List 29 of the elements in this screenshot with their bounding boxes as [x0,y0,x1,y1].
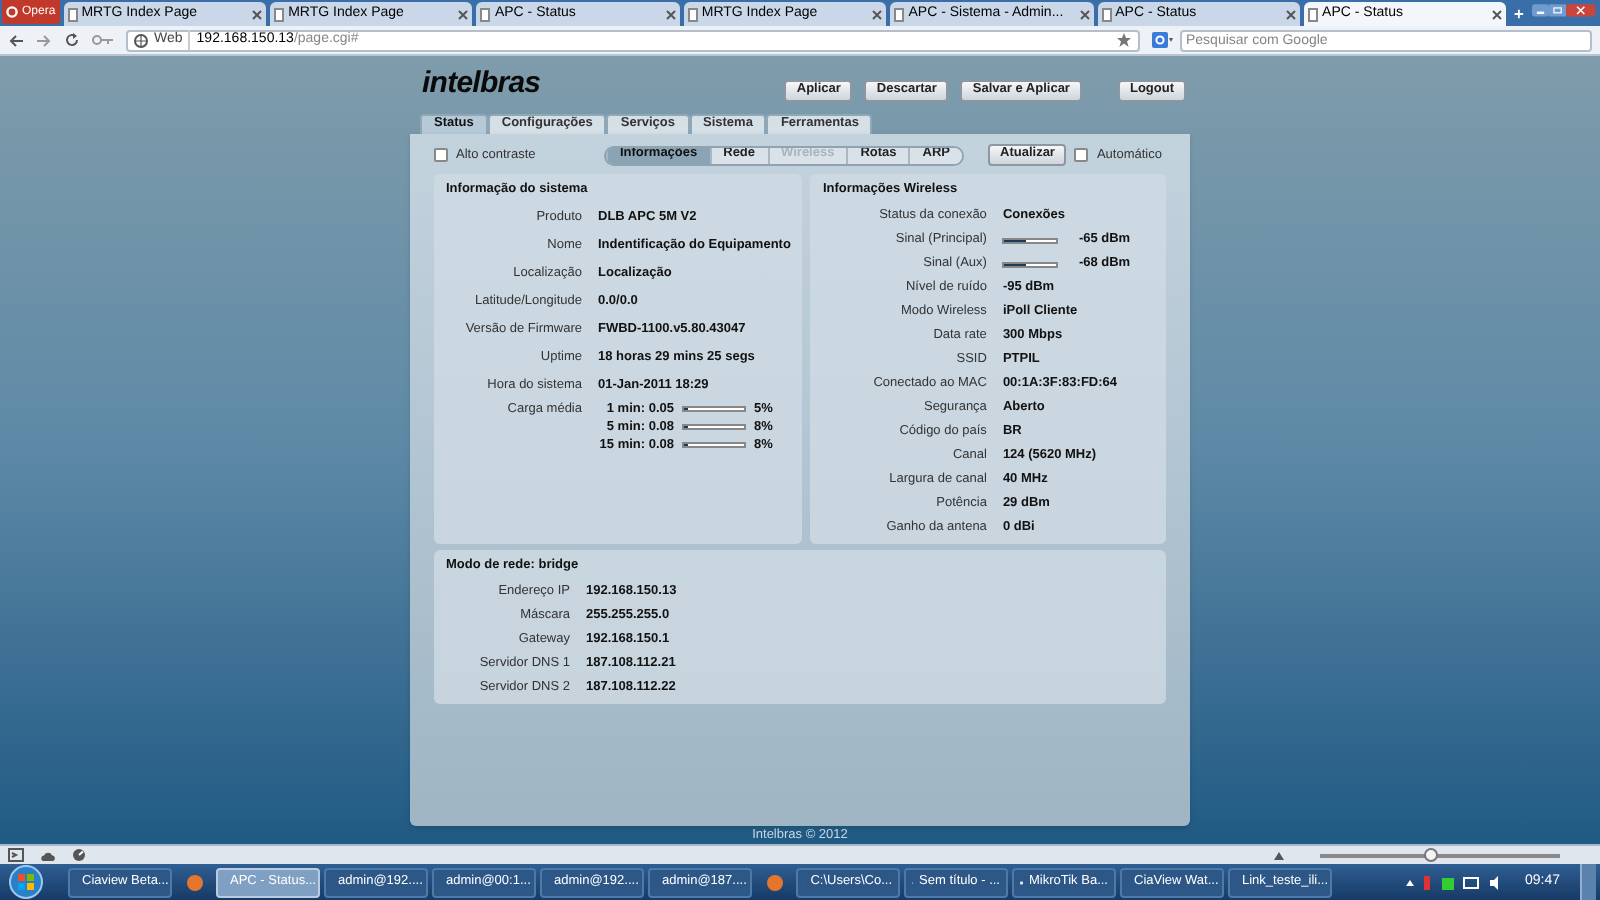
close-icon[interactable] [1079,9,1090,19]
page-icon [894,7,905,21]
o-logo-icon [6,6,18,18]
cloud-icon[interactable] [40,849,56,861]
panel-icon[interactable] [8,848,24,862]
search-engine-icon[interactable] [1152,32,1174,48]
page-icon [1101,7,1112,21]
close-icon[interactable] [665,9,676,19]
reload-icon[interactable] [64,32,80,48]
page-icon [687,7,698,21]
close-icon[interactable] [458,9,469,19]
plus-icon[interactable] [1514,5,1525,21]
close-icon[interactable] [1492,9,1503,19]
logo: intelbras [422,68,541,98]
window-controls-drawing[interactable] [1532,0,1596,22]
start-orb-icon[interactable] [8,864,44,900]
globe-icon [134,33,148,47]
up-arrow-icon[interactable] [1274,851,1284,859]
close-icon[interactable] [872,9,883,19]
close-icon[interactable] [1286,9,1297,19]
close-icon[interactable] [252,9,263,19]
slider-thumb[interactable] [1424,847,1439,861]
page-icon [480,7,491,21]
back-icon[interactable] [8,33,24,47]
speedometer-icon[interactable] [72,848,86,862]
page-icon [67,7,78,21]
star-icon[interactable] [1116,32,1132,48]
page-icon [1308,7,1319,21]
page-icon [274,7,285,21]
